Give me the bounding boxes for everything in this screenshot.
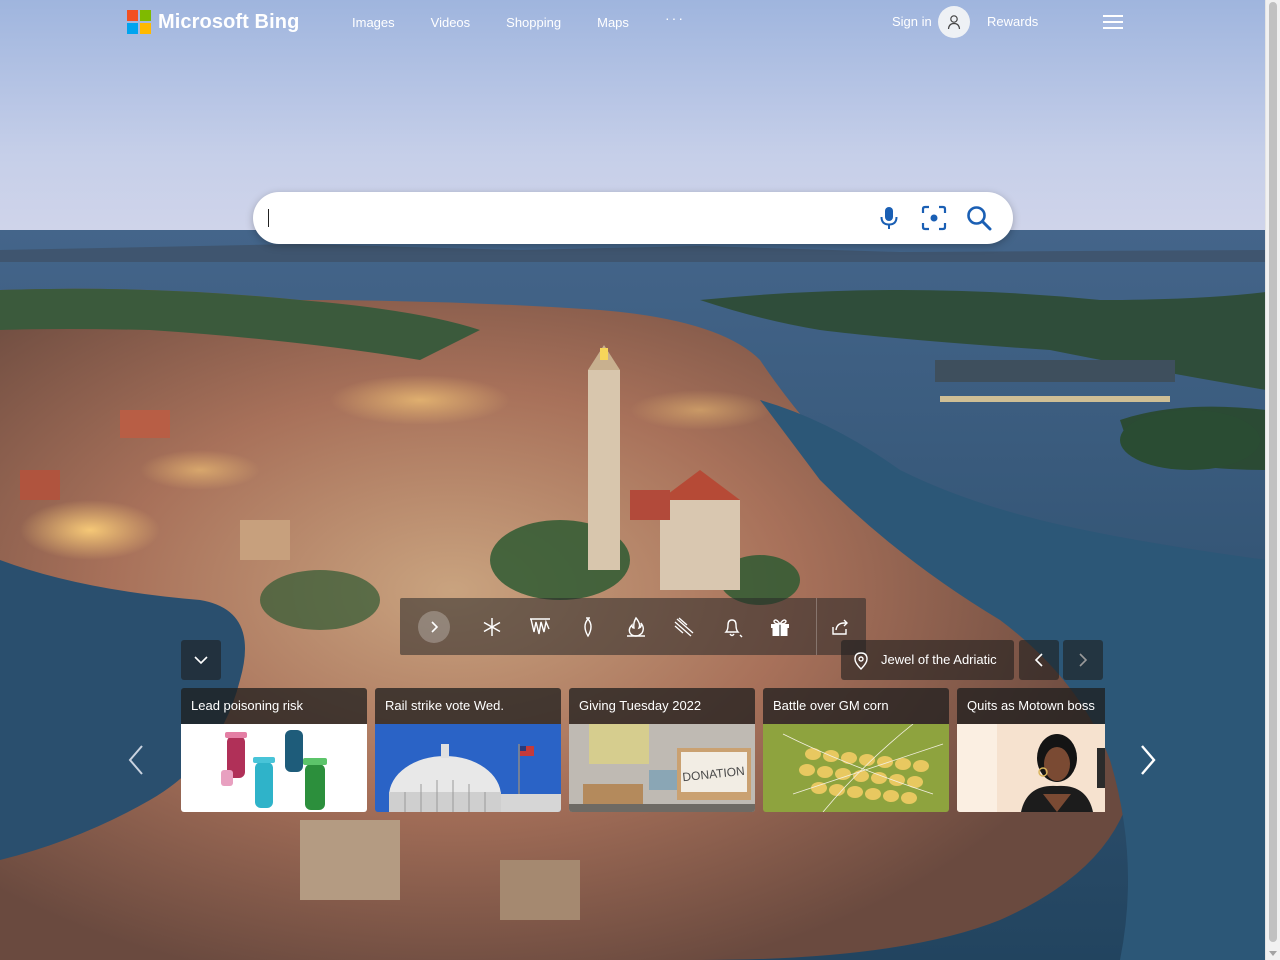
- person-icon: [947, 15, 961, 30]
- scrollbar[interactable]: [1265, 0, 1280, 960]
- expand-toolbar-button[interactable]: [418, 611, 450, 643]
- news-card-image: [957, 724, 1105, 812]
- search-input[interactable]: [267, 204, 861, 234]
- logo-text: Microsoft Bing: [158, 10, 300, 33]
- news-card[interactable]: Battle over GM corn: [763, 688, 949, 812]
- news-card[interactable]: Giving Tuesday 2022 DONATION: [569, 688, 755, 812]
- microsoft-logo-icon: [127, 10, 151, 34]
- toolbar-divider: [816, 598, 817, 655]
- microphone-icon[interactable]: [878, 205, 900, 231]
- bell-icon[interactable]: [720, 615, 744, 639]
- bing-logo[interactable]: Microsoft Bing: [127, 10, 299, 34]
- location-pin-icon: [854, 652, 868, 670]
- chevron-right-icon: [1079, 653, 1088, 667]
- next-image-button[interactable]: [1063, 640, 1103, 680]
- news-card[interactable]: Quits as Motown boss: [957, 688, 1105, 812]
- background-scene: [0, 0, 1266, 960]
- previous-image-button[interactable]: [1019, 640, 1059, 680]
- rewards-link[interactable]: Rewards: [987, 14, 1038, 29]
- text-cursor: [268, 209, 269, 227]
- chevron-down-icon: [194, 656, 208, 665]
- news-card-image: [375, 724, 561, 812]
- news-carousel: Lead poisoning risk Rail strike vote Wed…: [181, 688, 1105, 812]
- bing-homepage: Microsoft Bing Images Videos Shopping Ma…: [0, 0, 1280, 960]
- homepage-toolbar: [400, 598, 866, 655]
- news-card-title: Giving Tuesday 2022: [569, 688, 755, 724]
- news-card-image: [181, 724, 367, 812]
- scroll-down-icon[interactable]: [1269, 951, 1277, 956]
- search-icon[interactable]: [966, 205, 992, 231]
- nav-item-maps[interactable]: Maps: [597, 15, 629, 30]
- image-title: Jewel of the Adriatic: [881, 652, 997, 667]
- carousel-next-icon[interactable]: [1138, 744, 1158, 776]
- menu-icon[interactable]: [1103, 15, 1123, 29]
- nav-links: Images Videos Shopping Maps: [352, 15, 665, 30]
- nav-item-videos[interactable]: Videos: [431, 15, 471, 30]
- share-icon[interactable]: [828, 615, 852, 639]
- avatar[interactable]: [938, 6, 970, 38]
- scrollbar-thumb[interactable]: [1269, 2, 1277, 942]
- nav-item-images[interactable]: Images: [352, 15, 395, 30]
- news-card[interactable]: Rail strike vote Wed.: [375, 688, 561, 812]
- image-info-button[interactable]: Jewel of the Adriatic: [841, 640, 1014, 680]
- snowflake-icon[interactable]: [480, 615, 504, 639]
- search-box: [253, 192, 1013, 244]
- visual-search-icon[interactable]: [921, 205, 947, 231]
- gift-icon[interactable]: [768, 615, 792, 639]
- header: Microsoft Bing Images Videos Shopping Ma…: [0, 0, 1266, 46]
- nav-item-shopping[interactable]: Shopping: [506, 15, 561, 30]
- background-image: [0, 0, 1266, 960]
- ornament-icon[interactable]: [576, 615, 600, 639]
- news-card-image: DONATION: [569, 724, 755, 812]
- fire-icon[interactable]: [624, 615, 648, 639]
- icicles-icon[interactable]: [528, 615, 552, 639]
- signin-link[interactable]: Sign in: [892, 14, 932, 29]
- chevron-right-icon: [431, 621, 439, 633]
- collapse-feed-button[interactable]: [181, 640, 221, 680]
- chevron-left-icon: [1034, 653, 1043, 667]
- news-card-title: Rail strike vote Wed.: [375, 688, 561, 724]
- news-card-title: Quits as Motown boss: [957, 688, 1105, 724]
- news-card-image: [763, 724, 949, 812]
- news-card[interactable]: Lead poisoning risk: [181, 688, 367, 812]
- more-nav-icon[interactable]: ···: [665, 10, 685, 26]
- carousel-prev-icon[interactable]: [126, 744, 146, 776]
- news-card-title: Lead poisoning risk: [181, 688, 367, 724]
- sledding-icon[interactable]: [672, 615, 696, 639]
- news-card-title: Battle over GM corn: [763, 688, 949, 724]
